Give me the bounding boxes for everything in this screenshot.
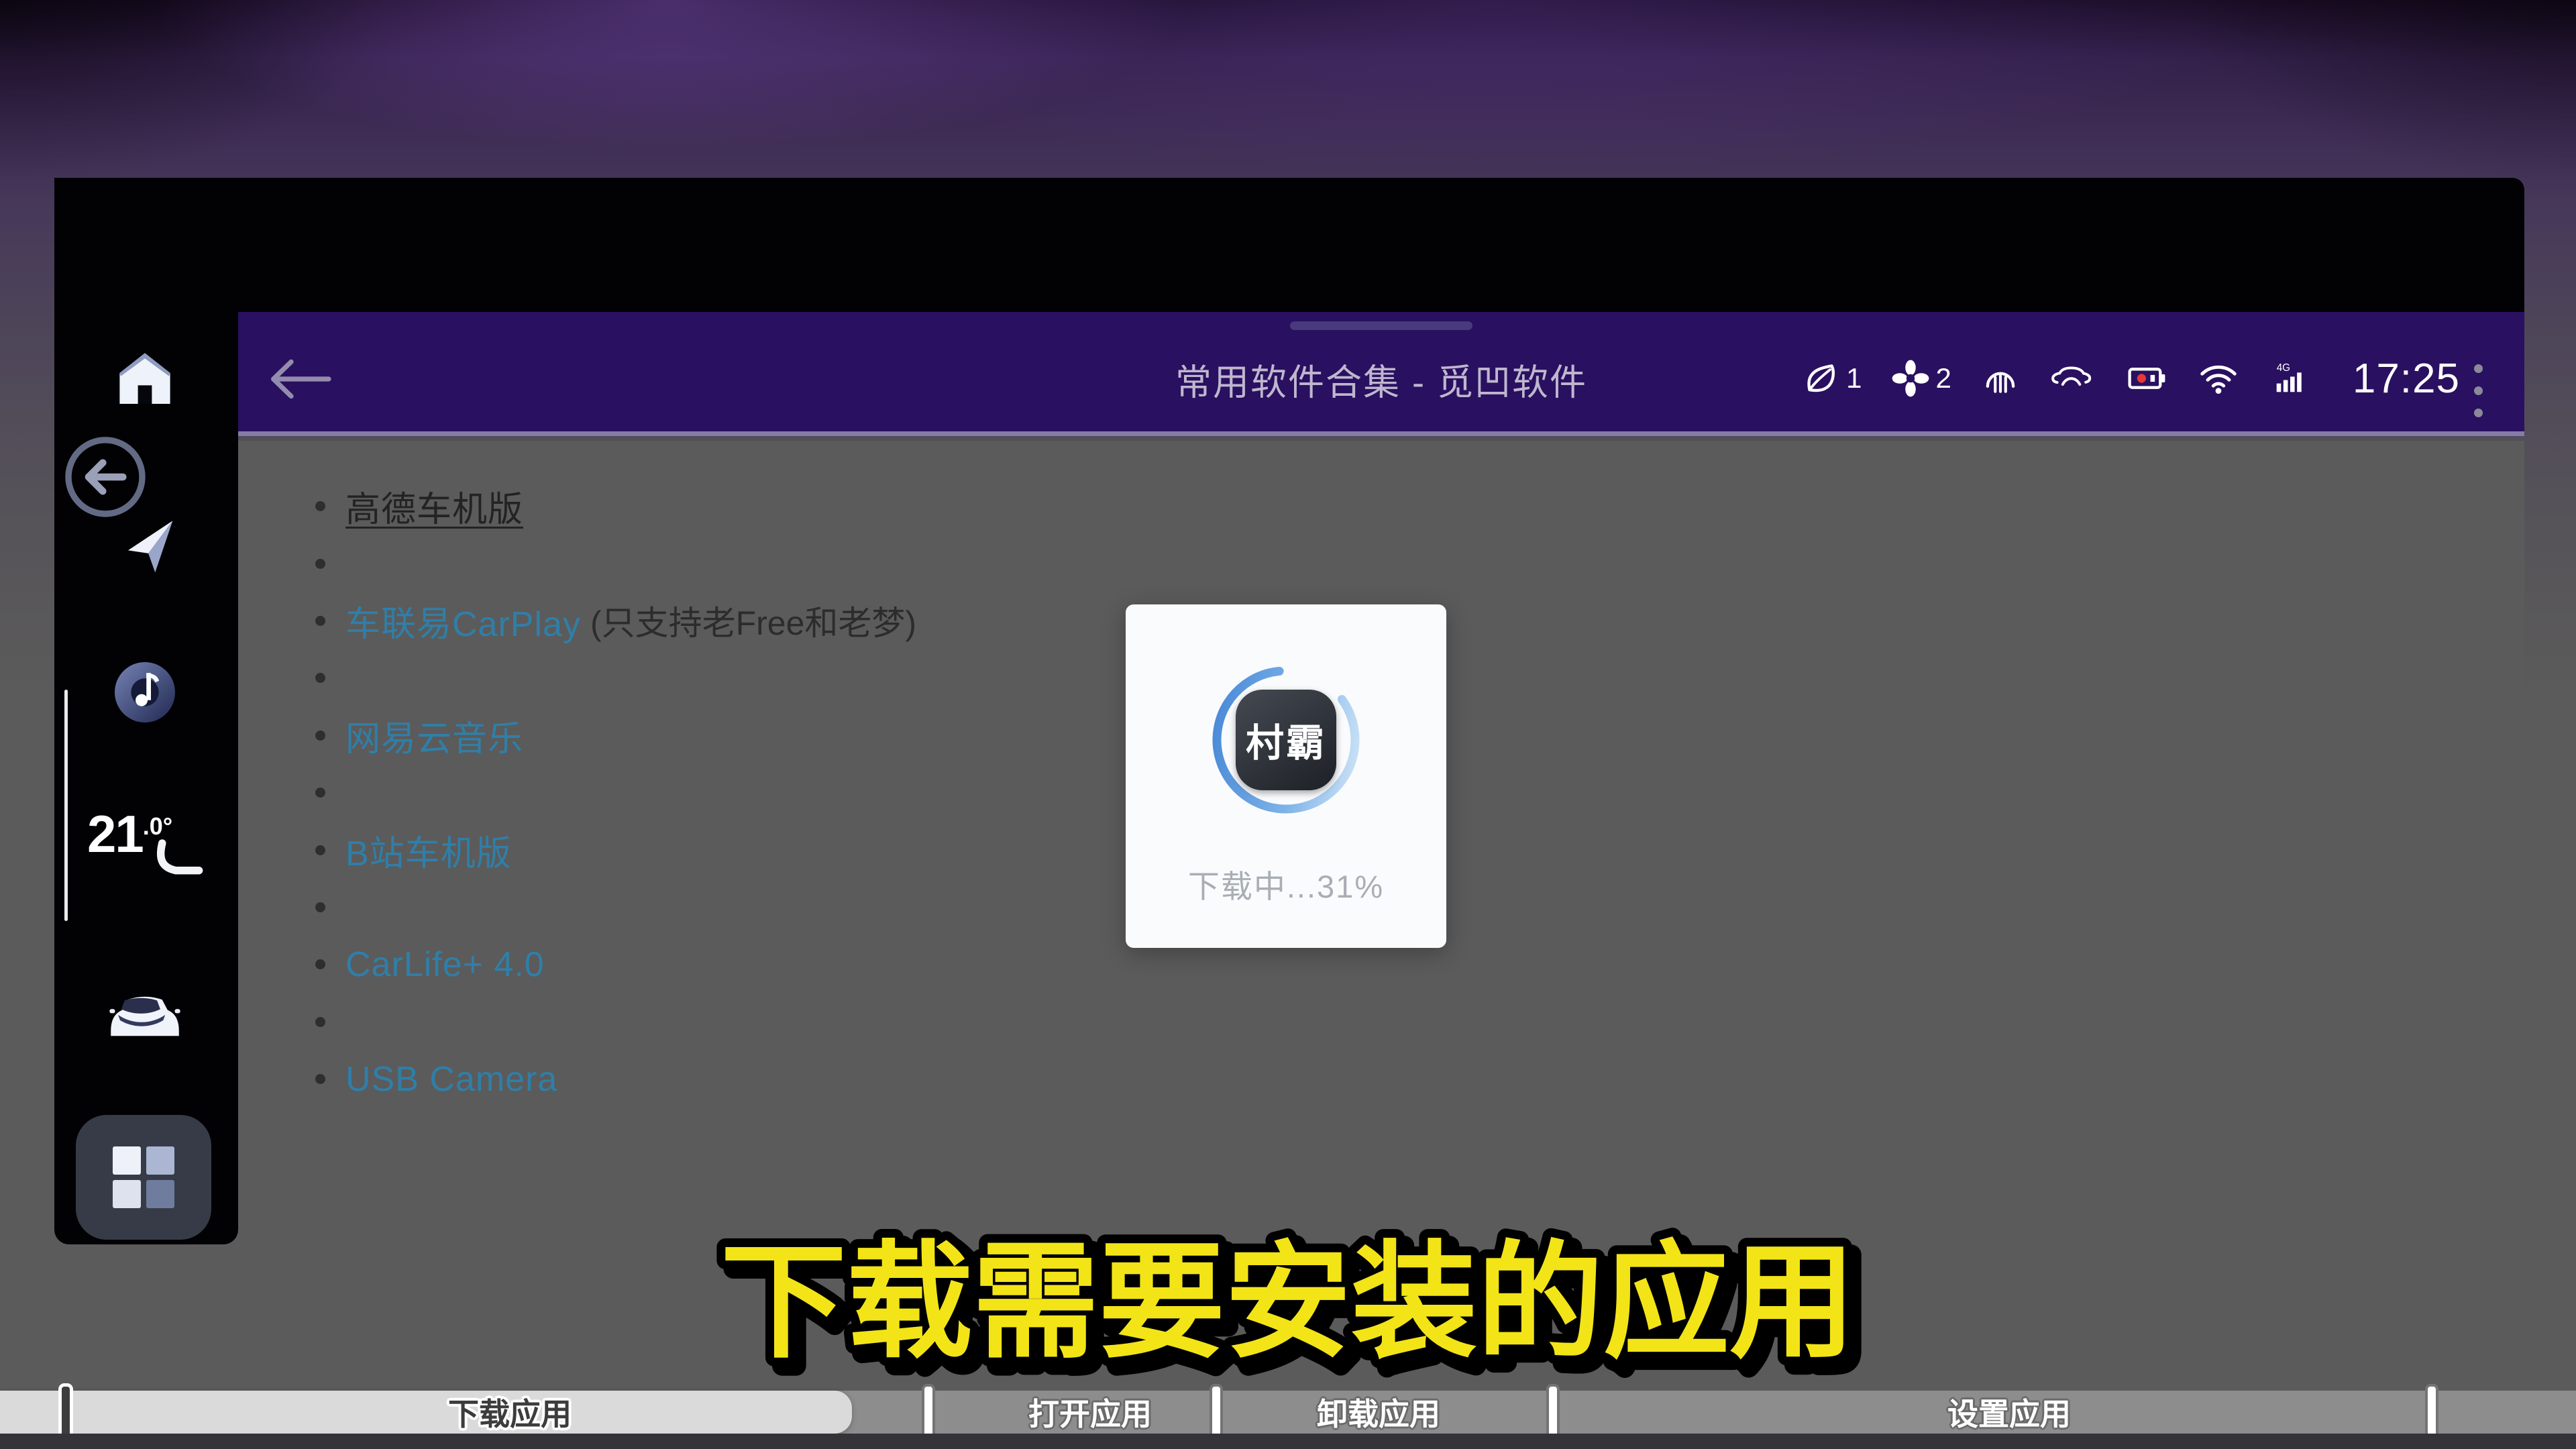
downloading-app-icon: 村霸 — [1236, 690, 1336, 790]
bullet-icon — [315, 559, 325, 569]
seat-temperature[interactable]: 21.0° — [87, 804, 215, 865]
car-front-icon — [106, 979, 184, 1047]
app-link[interactable]: 车联易CarPlay — [345, 596, 581, 646]
bullet-icon — [315, 845, 325, 855]
list-item: USB Camera — [315, 1051, 1456, 1108]
status-bar: 1 2 — [1801, 312, 2460, 431]
app-link[interactable]: B站车机版 — [345, 825, 512, 875]
cell-signal-icon: 4G — [2268, 358, 2312, 399]
fan-icon: 2 — [1890, 358, 1951, 399]
download-progress-text: 下载中...31% — [1126, 861, 1446, 907]
video-caption: 下载需要安装的应用 下载需要安装的应用 — [698, 1222, 1878, 1397]
chapter-tab[interactable]: 下载应用 — [448, 1390, 572, 1434]
bullet-icon — [315, 959, 325, 969]
app-link[interactable]: 高德车机版 — [345, 481, 523, 531]
seat-heat-icon — [146, 839, 208, 900]
drag-handle[interactable] — [1290, 321, 1472, 330]
music-disc-icon — [109, 656, 181, 732]
separator-bar — [1212, 1387, 1220, 1438]
header-back-button[interactable] — [262, 350, 336, 411]
bottom-strip — [0, 1434, 2576, 1449]
app-link-note: (只支持老Free和老梦) — [590, 596, 916, 645]
vehicle-button[interactable] — [106, 981, 184, 1045]
separator-bar — [62, 1387, 70, 1438]
chapter-tab[interactable]: 卸载应用 — [1317, 1390, 1440, 1434]
chapter-bar: 下载应用 打开应用 卸载应用 设置应用 — [0, 1391, 2576, 1434]
app-link[interactable]: CarLife+ 4.0 — [345, 945, 545, 985]
bullet-icon — [315, 731, 325, 741]
seat-vent-icon — [1980, 358, 2021, 399]
app-link[interactable]: 网易云音乐 — [345, 710, 523, 761]
temperature-unit: .0° — [143, 812, 172, 840]
clock: 17:25 — [2353, 355, 2460, 402]
car-infotainment-screen: 21.0° — [0, 0, 2576, 1449]
list-item: 高德车机版 — [315, 478, 1456, 535]
eco-badge: 1 — [1846, 362, 1862, 394]
bullet-icon — [315, 673, 325, 683]
bullet-icon — [315, 1017, 325, 1027]
app-grid-button[interactable] — [76, 1115, 211, 1240]
temperature-value: 21 — [87, 804, 143, 863]
caption-text: 下载需要安装的应用 — [720, 1232, 1856, 1373]
home-icon — [113, 346, 177, 414]
page-title: 常用软件合集 - 觅凹软件 — [1175, 353, 1587, 406]
app-header: 常用软件合集 - 觅凹软件 1 — [238, 312, 2524, 436]
bullet-icon — [315, 1074, 325, 1084]
kebab-menu-icon[interactable] — [2474, 364, 2483, 417]
network-label: 4G — [2277, 362, 2290, 374]
music-button[interactable] — [109, 657, 181, 730]
eco-leaf-icon: 1 — [1801, 358, 1862, 399]
active-tab-background — [0, 1391, 852, 1434]
car-connect-icon — [2049, 358, 2096, 399]
window-top-strip — [54, 178, 2524, 312]
app-link[interactable]: USB Camera — [345, 1059, 557, 1099]
separator-bar — [2428, 1387, 2436, 1438]
list-item — [315, 994, 1456, 1051]
list-item — [315, 535, 1456, 592]
bullet-icon — [315, 902, 325, 912]
rail-scroll-indicator[interactable] — [64, 690, 68, 921]
nav-cursor-icon — [113, 508, 186, 586]
home-button[interactable] — [113, 347, 177, 412]
wifi-icon — [2197, 358, 2240, 399]
fan-badge: 2 — [1935, 362, 1951, 394]
bullet-icon — [315, 501, 325, 511]
dashcam-record-icon — [2125, 358, 2169, 399]
navigation-button[interactable] — [113, 510, 186, 584]
back-arrow-icon — [264, 355, 334, 407]
separator-bar — [1549, 1387, 1557, 1438]
download-dialog: 村霸 下载中...31% — [1126, 604, 1446, 948]
app-grid-icon — [113, 1146, 174, 1208]
separator-bar — [924, 1387, 932, 1438]
bullet-icon — [315, 788, 325, 798]
chapter-tab[interactable]: 设置应用 — [1947, 1390, 2071, 1434]
bullet-icon — [315, 616, 325, 626]
chapter-tab[interactable]: 打开应用 — [1028, 1390, 1152, 1434]
